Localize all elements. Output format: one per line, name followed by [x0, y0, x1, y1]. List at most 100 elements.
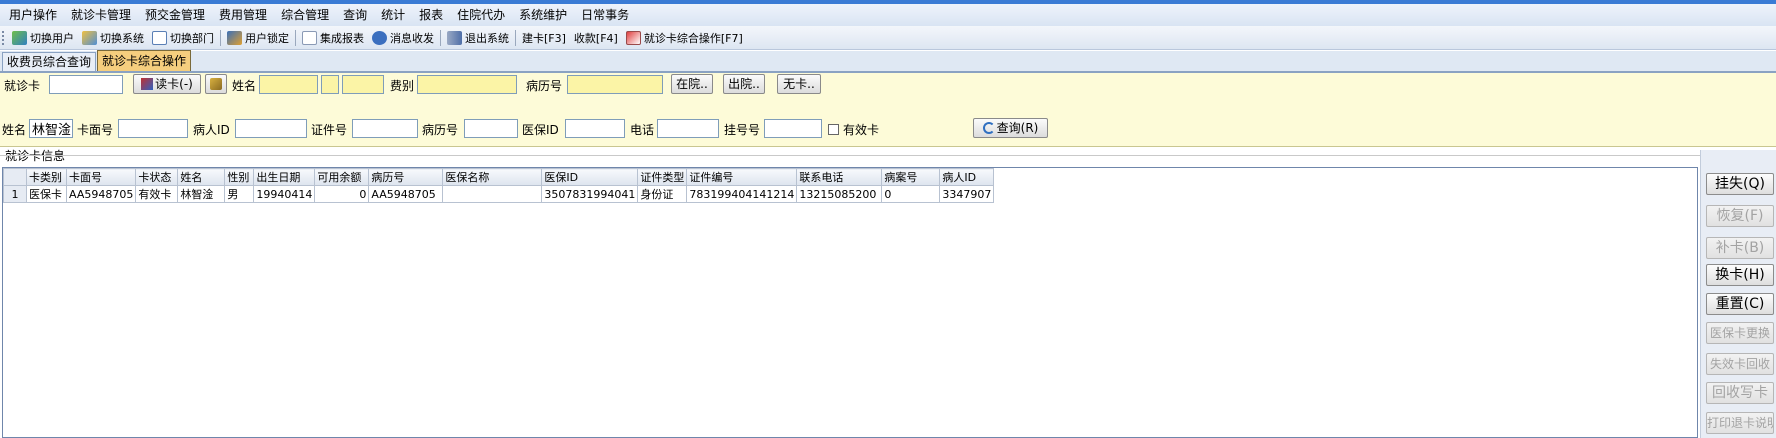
print-refund-note-button[interactable]: 打印退卡说明	[1706, 412, 1774, 434]
no-card-button[interactable]: 无卡..	[777, 74, 821, 94]
patient-id-input[interactable]	[235, 119, 307, 138]
create-card-button[interactable]: 建卡[F3]	[518, 28, 570, 48]
table-cell: 19940414	[253, 185, 316, 203]
column-header[interactable]: 出生日期	[253, 168, 316, 186]
table-cell: 0	[881, 185, 941, 203]
column-header[interactable]: 病人ID	[939, 168, 995, 186]
column-header[interactable]: 病历号	[368, 168, 444, 186]
table-cell: 3507831994041	[541, 185, 639, 203]
restore-button[interactable]: 恢复(F)	[1706, 205, 1774, 227]
switch-user-label: 切换用户	[30, 31, 74, 45]
toolbar-grip[interactable]	[2, 30, 6, 45]
search-name-input[interactable]	[29, 119, 73, 138]
tab-cashier-query[interactable]: 收费员综合查询	[2, 52, 97, 71]
column-header[interactable]: 证件编号	[686, 168, 798, 186]
message-button[interactable]: 消息收发	[368, 28, 438, 48]
column-header[interactable]: 可用余额	[314, 168, 370, 186]
menu-prepay-mgmt[interactable]: 预交金管理	[138, 4, 212, 26]
table-cell: 有效卡	[135, 185, 179, 203]
tab-card-operations[interactable]: 就诊卡综合操作	[97, 50, 192, 71]
query-button[interactable]: 查询(R)	[973, 118, 1048, 138]
brush-button[interactable]	[205, 74, 227, 94]
exit-icon	[447, 30, 462, 45]
gender-input[interactable]	[321, 75, 339, 94]
in-hospital-button[interactable]: 在院..	[671, 74, 713, 94]
menu-inpatient-agent[interactable]: 住院代办	[450, 4, 512, 26]
row-number: 1	[3, 185, 27, 203]
valid-card-checkbox[interactable]	[828, 124, 839, 135]
create-card-label: 建卡[F3]	[522, 31, 566, 45]
integrated-report-button[interactable]: 集成报表	[298, 28, 368, 48]
age-input[interactable]	[342, 75, 384, 94]
menu-statistics[interactable]: 统计	[374, 4, 412, 26]
column-header[interactable]: 医保ID	[541, 168, 639, 186]
phone-input[interactable]	[657, 119, 719, 138]
section-divider	[0, 155, 1700, 156]
discharged-button[interactable]: 出院..	[723, 74, 765, 94]
menu-user-ops[interactable]: 用户操作	[2, 4, 64, 26]
row-header-corner	[3, 168, 27, 186]
recycle-write-card-button[interactable]: 回收写卡	[1706, 382, 1774, 404]
toolbar-separator	[515, 29, 516, 46]
switch-user-button[interactable]: 切换用户	[8, 28, 78, 48]
collect-label: 收款[F4]	[573, 31, 618, 45]
cert-no-input[interactable]	[352, 119, 418, 138]
card-ops-button[interactable]: 就诊卡综合操作[F7]	[622, 28, 747, 48]
reissue-card-button[interactable]: 补卡(B)	[1706, 237, 1774, 259]
card-face-input[interactable]	[118, 119, 188, 138]
card-info-grid[interactable]: 卡类别 卡面号 卡状态 姓名 性别 出生日期 可用余额 病历号 医保名称 医保I…	[2, 167, 1698, 438]
menu-system-maint[interactable]: 系统维护	[512, 4, 574, 26]
report-icon	[302, 30, 317, 45]
column-header[interactable]: 卡状态	[135, 168, 179, 186]
exit-system-button[interactable]: 退出系统	[443, 28, 513, 48]
table-cell: 13215085200	[796, 185, 883, 203]
switch-system-button[interactable]: 切换系统	[78, 28, 148, 48]
read-card-button[interactable]: 读卡(-)	[133, 74, 201, 94]
report-loss-button[interactable]: 挂失(Q)	[1706, 173, 1774, 195]
search-record-no-input[interactable]	[464, 119, 518, 138]
switch-dept-button[interactable]: 切换部门	[148, 28, 218, 48]
menu-reports[interactable]: 报表	[412, 4, 450, 26]
column-header[interactable]: 卡类别	[26, 168, 67, 186]
replace-card-button[interactable]: 换卡(H)	[1706, 264, 1774, 286]
name-label: 姓名	[232, 79, 257, 93]
column-header[interactable]: 性别	[224, 168, 255, 186]
menu-fee-mgmt[interactable]: 费用管理	[212, 4, 274, 26]
column-header[interactable]: 联系电话	[796, 168, 883, 186]
table-cell: 医保卡	[26, 185, 67, 203]
switch-dept-label: 切换部门	[170, 31, 214, 45]
table-cell: AA5948705	[368, 185, 444, 203]
switch-user-icon	[12, 30, 27, 45]
reset-button[interactable]: 重置(C)	[1706, 293, 1774, 315]
column-header[interactable]: 证件类型	[637, 168, 688, 186]
switch-system-label: 切换系统	[100, 31, 144, 45]
insurance-card-change-button[interactable]: 医保卡更换	[1706, 322, 1774, 344]
fee-type-input[interactable]	[417, 75, 517, 94]
column-header[interactable]: 病案号	[881, 168, 941, 186]
reg-no-input[interactable]	[764, 119, 822, 138]
table-cell	[442, 185, 543, 203]
card-input[interactable]	[49, 75, 123, 94]
menu-card-mgmt[interactable]: 就诊卡管理	[64, 4, 138, 26]
column-header[interactable]: 卡面号	[65, 168, 137, 186]
menu-general-mgmt[interactable]: 综合管理	[274, 4, 336, 26]
menu-daily-affairs[interactable]: 日常事务	[574, 4, 636, 26]
insurance-id-input[interactable]	[565, 119, 625, 138]
reg-no-label: 挂号号	[724, 123, 761, 137]
table-cell: 783199404141214	[686, 185, 798, 203]
invalid-card-recycle-button[interactable]: 失效卡回收	[1706, 353, 1774, 375]
column-header[interactable]: 姓名	[177, 168, 226, 186]
collect-button[interactable]: 收款[F4]	[570, 28, 622, 48]
record-no-input[interactable]	[567, 75, 663, 94]
name-input[interactable]	[259, 75, 318, 94]
user-lock-icon	[227, 30, 242, 45]
table-cell: AA5948705	[65, 185, 137, 203]
table-cell: 男	[224, 185, 255, 203]
table-header-row: 卡类别 卡面号 卡状态 姓名 性别 出生日期 可用余额 病历号 医保名称 医保I…	[3, 168, 995, 186]
valid-card-label: 有效卡	[843, 123, 880, 137]
user-lock-button[interactable]: 用户锁定	[223, 28, 293, 48]
column-header[interactable]: 医保名称	[442, 168, 543, 186]
table-row[interactable]: 1 医保卡 AA5948705 有效卡 林智淦 男 19940414 0 AA5…	[3, 185, 995, 203]
menu-query[interactable]: 查询	[336, 4, 374, 26]
toolbar: 切换用户 切换系统 切换部门 用户锁定 集成报表 消息收发 退出系统 建卡[F3…	[0, 26, 1776, 50]
